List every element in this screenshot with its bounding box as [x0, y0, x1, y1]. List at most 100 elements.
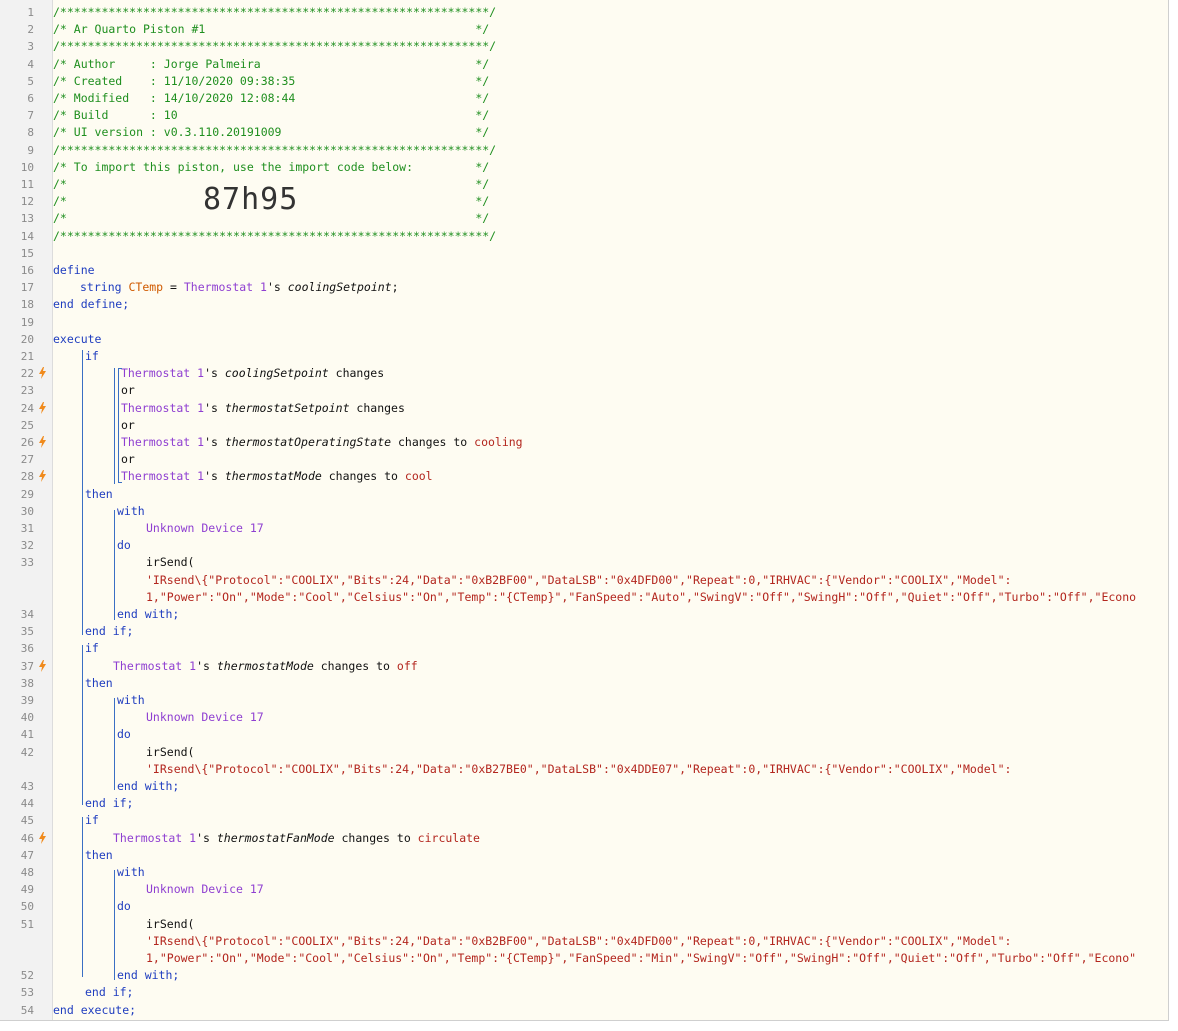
code-text[interactable]: do: [117, 537, 131, 554]
code-token-str: 'IRsend\{"Protocol":"COOLIX","Bits":24,"…: [146, 761, 1012, 776]
code-text[interactable]: if: [85, 812, 99, 829]
code-text[interactable]: end if;: [85, 984, 133, 1001]
code-text[interactable]: do: [117, 898, 131, 915]
code-text[interactable]: end execute;: [53, 1002, 136, 1019]
line-number: 18: [20, 298, 34, 312]
code-text[interactable]: /* Author : Jorge Palmeira */: [53, 56, 489, 73]
code-line: 25 or: [0, 417, 1168, 434]
code-text[interactable]: /***************************************…: [53, 38, 496, 55]
code-text[interactable]: if: [85, 640, 99, 657]
line-number: 31: [20, 522, 34, 535]
code-text[interactable]: then: [85, 486, 113, 503]
code-text[interactable]: Thermostat 1's thermostatOperatingState …: [121, 434, 523, 451]
code-text[interactable]: if: [85, 348, 99, 365]
line-number: 53: [20, 986, 34, 1000]
code-text[interactable]: Thermostat 1's thermostatFanMode changes…: [113, 830, 480, 847]
code-text[interactable]: irSend(: [146, 554, 194, 571]
code-line: 'IRsend\{"Protocol":"COOLIX","Bits":24,"…: [0, 761, 1168, 778]
code-text[interactable]: with: [117, 503, 145, 520]
code-text[interactable]: then: [85, 675, 113, 692]
code-token-plain: 's: [204, 469, 225, 484]
code-token-cm: /* Ar Quarto Piston #1 */: [53, 22, 490, 37]
code-token-kw: if: [85, 641, 99, 656]
code-text[interactable]: end with;: [117, 606, 179, 623]
code-text[interactable]: /* To import this piston, use the import…: [53, 159, 489, 176]
code-text[interactable]: end with;: [117, 967, 179, 984]
code-text[interactable]: or: [121, 451, 135, 468]
line-number: 41: [20, 728, 34, 742]
code-text[interactable]: then: [85, 847, 113, 864]
code-text[interactable]: end if;: [85, 795, 133, 812]
code-line: 1,"Power":"On","Mode":"Cool","Celsius":"…: [0, 950, 1168, 967]
code-line: 31 Unknown Device 17: [0, 520, 1168, 537]
code-text[interactable]: with: [117, 864, 145, 881]
code-text[interactable]: /***************************************…: [53, 4, 496, 21]
line-number: 2: [27, 23, 34, 37]
line-number: 39: [20, 694, 34, 707]
code-text[interactable]: Unknown Device 17: [146, 520, 264, 537]
code-text[interactable]: irSend(: [146, 916, 194, 933]
code-text[interactable]: Thermostat 1's coolingSetpoint changes: [121, 365, 384, 382]
code-token-plain: 's: [204, 366, 225, 381]
code-line: 54 end execute;: [0, 1002, 1168, 1019]
code-line: 9 /**************************************…: [0, 142, 1168, 159]
code-line: 34 end with;: [0, 606, 1168, 623]
code-line: 45 if: [0, 812, 1168, 829]
code-text[interactable]: Unknown Device 17: [146, 881, 264, 898]
trigger-lightning-icon: [38, 470, 48, 483]
code-text[interactable]: string CTemp = Thermostat 1's coolingSet…: [80, 279, 399, 296]
code-text[interactable]: /***************************************…: [53, 228, 496, 245]
code-text[interactable]: /* Modified : 14/10/2020 12:08:44 */: [53, 90, 489, 107]
code-text[interactable]: /***************************************…: [53, 142, 496, 159]
code-token-kw: do: [117, 727, 131, 742]
code-text[interactable]: end define;: [53, 296, 129, 313]
code-token-kw: execute: [53, 331, 102, 346]
code-line: 38 then: [0, 675, 1168, 692]
code-text[interactable]: end with;: [117, 778, 179, 795]
code-token-kw: define: [53, 263, 95, 277]
code-text[interactable]: irSend(: [146, 744, 194, 761]
line-number: 25: [20, 418, 34, 432]
code-text[interactable]: 1,"Power":"On","Mode":"Cool","Celsius":"…: [146, 950, 1136, 967]
code-text[interactable]: or: [121, 382, 135, 399]
code-text[interactable]: /* Created : 11/10/2020 09:38:35 */: [53, 73, 489, 90]
code-text[interactable]: Thermostat 1's thermostatSetpoint change…: [121, 400, 405, 417]
import-code[interactable]: 87h95: [203, 183, 298, 217]
code-text[interactable]: Thermostat 1's thermostatMode changes to…: [113, 658, 418, 675]
line-number: 13: [20, 212, 34, 226]
trigger-lightning-icon: [38, 367, 48, 380]
code-token-attr: coolingSetpoint: [224, 366, 329, 381]
code-token-attr: thermostatFanMode: [216, 830, 335, 845]
code-token-dev: Unknown Device 17: [146, 882, 264, 897]
code-token-attr: coolingSetpoint: [287, 280, 392, 295]
code-line: 36 if: [0, 640, 1168, 657]
code-token-cm: /***************************************…: [53, 142, 497, 157]
code-text[interactable]: or: [121, 417, 135, 434]
code-token-val: circulate: [417, 830, 480, 845]
line-number: 12: [20, 195, 34, 209]
code-text[interactable]: 1,"Power":"On","Mode":"Cool","Celsius":"…: [146, 589, 1136, 606]
line-number: 33: [20, 556, 34, 570]
code-text[interactable]: /* Build : 10 */: [53, 107, 489, 124]
piston-code-editor[interactable]: 1 /**************************************…: [0, 0, 1169, 1021]
then-block-guide: [114, 870, 115, 980]
code-token-plain: =: [163, 280, 184, 295]
code-text[interactable]: /* UI version : v0.3.110.20191009 */: [53, 124, 489, 141]
code-text[interactable]: 'IRsend\{"Protocol":"COOLIX","Bits":24,"…: [146, 933, 1011, 950]
code-text[interactable]: define: [53, 262, 95, 279]
code-token-dev: Thermostat 1: [121, 469, 205, 484]
code-text[interactable]: end if;: [85, 623, 133, 640]
code-text[interactable]: /* Ar Quarto Piston #1 */: [53, 21, 489, 38]
code-text[interactable]: 'IRsend\{"Protocol":"COOLIX","Bits":24,"…: [146, 761, 1011, 778]
code-line: 42 irSend(: [0, 744, 1168, 761]
code-text[interactable]: with: [117, 692, 145, 709]
line-number: 52: [20, 969, 34, 983]
code-text[interactable]: 'IRsend\{"Protocol":"COOLIX","Bits":24,"…: [146, 572, 1011, 589]
code-token-attr: thermostatMode: [224, 469, 322, 484]
code-token-kw: end with;: [117, 779, 180, 793]
code-text[interactable]: Thermostat 1's thermostatMode changes to…: [121, 468, 433, 485]
code-text[interactable]: Unknown Device 17: [146, 709, 264, 726]
condition-group-bracket: [118, 368, 122, 483]
code-text[interactable]: do: [117, 726, 131, 743]
code-text[interactable]: execute: [53, 331, 101, 348]
